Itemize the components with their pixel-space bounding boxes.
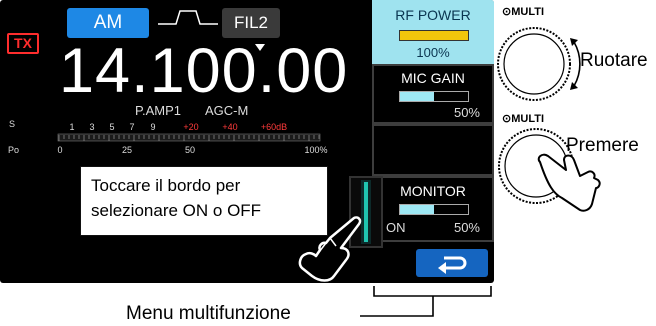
mic-gain-tile[interactable]: MIC GAIN 50% bbox=[372, 64, 494, 124]
multi-knob-rotate[interactable] bbox=[492, 18, 584, 110]
rf-power-bar bbox=[399, 30, 469, 41]
tx-indicator: TX bbox=[7, 33, 39, 54]
menu-bracket bbox=[360, 286, 492, 317]
mic-gain-fill bbox=[400, 92, 434, 101]
monitor-label: MONITOR bbox=[400, 183, 466, 199]
s-scale-label: 7 bbox=[129, 122, 134, 132]
s-scale-label: 3 bbox=[89, 122, 94, 132]
po-scale-label: 0 bbox=[57, 145, 62, 155]
finger-touch-icon bbox=[298, 216, 362, 282]
preamp-status: P.AMP1 bbox=[135, 103, 182, 118]
meter: S 1 3 5 7 9 +20 +40 +60dB Po 0 25 50 100% bbox=[8, 119, 328, 155]
rf-power-label: RF POWER bbox=[395, 7, 471, 23]
mic-gain-label: MIC GAIN bbox=[401, 70, 465, 86]
back-button[interactable] bbox=[416, 249, 488, 277]
po-scale-label: 50 bbox=[185, 145, 195, 155]
callout-line-1: Toccare il bordo per bbox=[91, 176, 241, 195]
multi-dot-icon: ⊙ bbox=[502, 6, 512, 18]
callout-line-2: selezionare ON o OFF bbox=[91, 201, 262, 220]
empty-tile bbox=[372, 124, 494, 176]
frequency-readout[interactable]: 14.100.00 bbox=[59, 36, 348, 106]
po-scale-label: 25 bbox=[122, 145, 132, 155]
mic-gain-value: 50% bbox=[453, 105, 480, 120]
filter-button[interactable]: FIL2 bbox=[222, 8, 280, 38]
mic-gain-bar bbox=[399, 91, 469, 102]
s-scale-label: +60dB bbox=[261, 122, 287, 132]
edge-callout: Toccare il bordo per selezionare ON o OF… bbox=[80, 166, 328, 236]
s-scale-label: +20 bbox=[183, 122, 198, 132]
rf-power-tile[interactable]: RF POWER 100% bbox=[372, 0, 494, 64]
press-label: Premere bbox=[566, 135, 639, 156]
rf-power-fill bbox=[400, 31, 468, 40]
monitor-value: 50% bbox=[453, 220, 480, 235]
monitor-bar bbox=[399, 204, 469, 215]
po-scale-label: 100% bbox=[304, 145, 327, 155]
monitor-tile[interactable]: MONITOR ON 50% bbox=[372, 176, 494, 242]
s-scale-label: 5 bbox=[109, 122, 114, 132]
return-arrow-icon bbox=[438, 256, 467, 274]
agc-status: AGC-M bbox=[205, 103, 249, 118]
multi-function-menu: RF POWER 100% MIC GAIN 50% MONITOR ON 50… bbox=[372, 0, 494, 283]
rotate-label: Ruotare bbox=[580, 50, 648, 71]
s-scale-label: +40 bbox=[222, 122, 237, 132]
mode-button[interactable]: AM bbox=[67, 8, 149, 38]
menu-caption: Menu multifunzione bbox=[126, 303, 291, 324]
rf-power-value: 100% bbox=[416, 45, 450, 60]
filter-passband-icon bbox=[158, 10, 218, 25]
radio-display: TX AM FIL2 14.100.00 P.AMP1 AGC-M S 1 3 5 7… bbox=[0, 0, 494, 283]
s-scale-label: 1 bbox=[69, 122, 74, 132]
finger-press-icon bbox=[537, 153, 601, 212]
s-meter-label: S bbox=[9, 119, 15, 129]
s-scale-label: 9 bbox=[150, 122, 155, 132]
multi-label-rotate: ⊙MULTI bbox=[502, 6, 545, 18]
monitor-state[interactable]: ON bbox=[386, 220, 406, 235]
monitor-fill bbox=[400, 205, 434, 214]
po-meter-label: Po bbox=[8, 145, 19, 155]
